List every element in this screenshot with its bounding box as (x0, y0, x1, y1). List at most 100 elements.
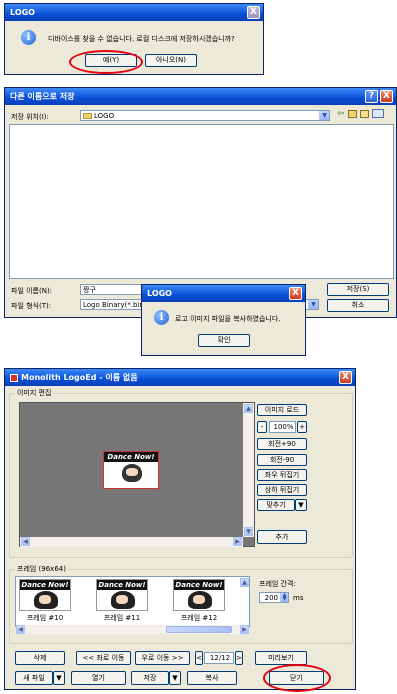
dialog-message: 디바이스를 찾을 수 없습니다. 로컬 디스크에 저장하시겠습니까? (48, 35, 235, 43)
fit-button[interactable]: 맞추기 (257, 499, 295, 511)
scroll-left-icon[interactable]: ◀ (21, 537, 30, 546)
chevron-left-icon: < (196, 654, 202, 662)
frame-thumbnail[interactable]: Dance Now! (173, 579, 225, 611)
character-face (193, 595, 205, 604)
move-right-button[interactable]: 우로 이동 >> (135, 651, 190, 665)
no-button[interactable]: 아니오(N) (145, 54, 197, 67)
zoom-value[interactable]: 100% (269, 421, 296, 433)
save-button[interactable]: 저장 (131, 671, 169, 685)
close-icon[interactable]: X (247, 6, 260, 19)
frame-thumbnail[interactable]: Dance Now! (19, 579, 71, 611)
view-menu-icon[interactable] (372, 109, 384, 118)
new-folder-icon[interactable] (360, 110, 369, 118)
ok-button[interactable]: 확인 (198, 334, 250, 347)
image-edit-group-label: 이미지 편집 (15, 389, 54, 398)
up-folder-icon[interactable] (348, 110, 357, 118)
cancel-button[interactable]: 취소 (327, 299, 389, 312)
scroll-down-icon[interactable]: ▼ (244, 527, 253, 536)
load-image-button[interactable]: 이미지 로드 (257, 404, 307, 416)
frame-interval-value: 200 (264, 594, 278, 602)
new-file-button[interactable]: 새 파일 (15, 671, 53, 685)
window-title: Monolith LogoEd - 이름 없음 (5, 369, 355, 386)
dialog-title: 다른 이름으로 저장 (5, 88, 396, 105)
frames-scroll-up-icon[interactable]: ▲ (240, 578, 249, 587)
rotate-plus-button[interactable]: 회전+90 (257, 438, 307, 450)
close-icon[interactable]: X (289, 287, 302, 300)
chevron-down-icon[interactable]: ▼ (308, 300, 318, 309)
open-button[interactable]: 열기 (71, 671, 126, 685)
frame-label: 프레임 #11 (103, 614, 141, 622)
frame-hscroll[interactable]: ◀ ▶ (16, 625, 249, 634)
frame-image-text: Dance Now! (174, 580, 224, 590)
frames-group-label: 프레임 (96x64) (15, 565, 68, 574)
logo-image: Dance Now! (103, 451, 159, 489)
chevron-down-icon: ▼ (298, 501, 304, 509)
file-list[interactable] (9, 124, 394, 279)
character-face (39, 595, 51, 604)
save-location-combo[interactable]: LOGO ▼ (80, 110, 330, 121)
back-icon[interactable]: ⇦ (337, 109, 345, 119)
delete-frame-button[interactable]: 삭제 (15, 651, 65, 665)
chevron-down-icon: ▼ (172, 674, 178, 682)
help-icon[interactable]: ? (365, 90, 378, 103)
chevron-right-icon: > (236, 654, 242, 662)
scroll-right-icon[interactable]: ▶ (240, 625, 249, 634)
scroll-left-icon[interactable]: ◀ (16, 625, 25, 634)
save-location-value: LOGO (94, 112, 115, 120)
frame-label: 프레임 #12 (180, 614, 218, 622)
add-button[interactable]: 추가 (257, 530, 307, 544)
copy-button[interactable]: 복사 (187, 671, 237, 685)
preview-button[interactable]: 미리보기 (255, 651, 307, 665)
fit-dropdown-button[interactable]: ▼ (295, 499, 307, 511)
chevron-down-icon[interactable]: ▼ (319, 111, 329, 120)
frame-thumbnail[interactable]: Dance Now! (96, 579, 148, 611)
logo-image-text: Dance Now! (104, 452, 158, 462)
scroll-thumb[interactable] (166, 626, 232, 633)
save-dropdown-button[interactable]: ▼ (169, 671, 181, 685)
dialog-message: 로고 이미지 파일을 복사하였습니다. (175, 315, 281, 323)
save-button[interactable]: 저장(S) (327, 283, 389, 296)
highlight-circle (263, 664, 331, 692)
flip-horizontal-button[interactable]: 좌우 뒤집기 (257, 469, 307, 481)
image-hscroll[interactable]: ◀ ▶ (20, 537, 243, 547)
scroll-right-icon[interactable]: ▶ (233, 537, 242, 546)
frame-interval-input[interactable]: 200 ▲ ▼ (259, 592, 289, 603)
frame-image-text: Dance Now! (20, 580, 70, 590)
app-icon (10, 373, 18, 382)
zoom-minus-button[interactable]: - (257, 421, 267, 433)
image-vscroll[interactable]: ▲ ▼ (243, 403, 254, 537)
filename-input[interactable]: 짱구 (80, 284, 150, 295)
move-left-button[interactable]: << 좌로 이동 (76, 651, 131, 665)
frame-interval-unit: ms (293, 594, 304, 602)
page-indicator: 12/12 (204, 652, 234, 664)
highlight-circle (69, 50, 143, 74)
window-title-text: Monolith LogoEd - 이름 없음 (21, 373, 138, 382)
flip-vertical-button[interactable]: 상하 뒤집기 (257, 484, 307, 496)
filetype-label: 파일 형식(T): (11, 302, 52, 310)
page-next-button[interactable]: > (235, 651, 243, 665)
scroll-up-icon[interactable]: ▲ (244, 404, 253, 413)
filetype-select[interactable]: Logo Binary(*.bin) (80, 299, 150, 310)
dialog-title: LOGO (5, 4, 263, 21)
logoed-window: Monolith LogoEd - 이름 없음 X 이미지 편집 ▲ ▼ ◀ ▶… (4, 368, 356, 690)
save-location-label: 저장 위치(I): (11, 113, 49, 121)
folder-icon (83, 113, 92, 119)
page-prev-button[interactable]: < (195, 651, 203, 665)
chevron-down-icon: ▼ (56, 674, 62, 682)
new-file-dropdown-button[interactable]: ▼ (53, 671, 65, 685)
frame-image-text: Dance Now! (97, 580, 147, 590)
copy-complete-dialog: LOGO X i 로고 이미지 파일을 복사하였습니다. 확인 (141, 284, 306, 356)
character-face (116, 595, 128, 604)
rotate-minus-button[interactable]: 회전-90 (257, 454, 307, 466)
info-icon: i (154, 310, 169, 325)
character-face (126, 468, 138, 476)
spin-icon[interactable]: ▲ ▼ (280, 593, 288, 602)
zoom-plus-button[interactable]: + (297, 421, 307, 433)
filename-label: 파일 이름(N): (11, 287, 53, 295)
info-icon: i (21, 30, 36, 45)
frame-label: 프레임 #10 (26, 614, 64, 622)
frame-interval-label: 프레임 간격: (259, 580, 296, 588)
close-icon[interactable]: X (339, 371, 352, 384)
dialog-title: LOGO (142, 285, 305, 302)
close-icon[interactable]: X (380, 90, 393, 103)
